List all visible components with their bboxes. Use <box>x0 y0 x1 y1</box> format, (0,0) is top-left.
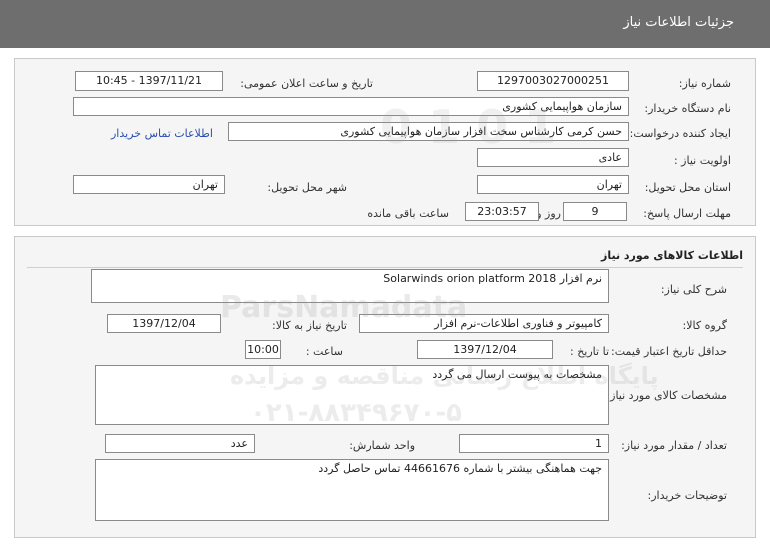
province-field[interactable]: تهران <box>477 175 629 194</box>
goods-group-field[interactable]: کامپیوتر و فناوری اطلاعات-نرم افزار <box>359 314 609 333</box>
until-date-label: تا تاریخ : <box>570 345 609 358</box>
announce-label: تاریخ و ساعت اعلان عمومی: <box>240 77 373 90</box>
quantity-field[interactable]: 1 <box>459 434 609 453</box>
buyer-notes-label: توضیحات خریدار: <box>647 489 728 502</box>
unit-label: واحد شمارش: <box>349 439 415 452</box>
buyer-notes-field[interactable]: جهت هماهنگی بیشتر با شماره 44661676 تماس… <box>95 459 609 521</box>
need-date-label: تاریخ نیاز به کالا: <box>272 319 347 332</box>
goods-section-title: اطلاعات کالاهای مورد نیاز <box>601 249 743 262</box>
city-field[interactable]: تهران <box>73 175 225 194</box>
deadline-days-field[interactable]: 9 <box>563 202 627 221</box>
price-validity-label: حداقل تاریخ اعتبار قیمت: <box>611 345 727 358</box>
requester-field[interactable]: حسن کرمی کارشناس سخت افزار سازمان هواپیم… <box>228 122 629 141</box>
province-label: استان محل تحویل: <box>644 181 731 194</box>
price-time-label: ساعت : <box>305 345 343 358</box>
buyer-org-field[interactable]: سازمان هواپیمایی کشوری <box>73 97 629 116</box>
announce-datetime-field[interactable]: 1397/11/21 - 10:45 <box>75 71 223 91</box>
requester-label: ایجاد کننده درخواست: <box>629 127 731 140</box>
days-word: روز و <box>536 207 561 220</box>
need-info-panel: شماره نیاز: 1297003027000251 تاریخ و ساع… <box>14 58 756 226</box>
page-title: جزئیات اطلاعات نیاز <box>623 15 734 30</box>
general-desc-label: شرح کلی نیاز: <box>660 283 727 296</box>
need-date-field[interactable]: 1397/12/04 <box>107 314 221 333</box>
specs-field[interactable]: مشخصات به پیوست ارسال می گردد <box>95 365 609 425</box>
price-validity-time-field[interactable]: 10:00 <box>245 340 281 359</box>
price-validity-date-field[interactable]: 1397/12/04 <box>417 340 553 359</box>
goods-group-label: گروه کالا: <box>682 319 727 332</box>
section-divider <box>27 267 743 268</box>
need-number-field[interactable]: 1297003027000251 <box>477 71 629 91</box>
quantity-label: تعداد / مقدار مورد نیاز: <box>621 439 727 452</box>
city-label: شهر محل تحویل: <box>267 181 347 194</box>
general-desc-field[interactable]: نرم افزار Solarwinds orion platform 2018 <box>91 269 609 303</box>
goods-panel: اطلاعات کالاهای مورد نیاز شرح کلی نیاز: … <box>14 236 756 538</box>
deadline-time-field[interactable]: 23:03:57 <box>465 202 539 221</box>
buyer-org-label: نام دستگاه خریدار: <box>644 102 731 115</box>
priority-label: اولویت نیاز : <box>673 154 731 167</box>
deadline-label: مهلت ارسال پاسخ: <box>643 207 731 220</box>
remaining-text: ساعت باقی مانده <box>367 207 449 220</box>
title-bar: جزئیات اطلاعات نیاز <box>0 0 770 48</box>
need-number-label: شماره نیاز: <box>678 77 731 90</box>
priority-field[interactable]: عادی <box>477 148 629 167</box>
specs-label: مشخصات کالای مورد نیاز: <box>606 389 727 402</box>
buyer-contact-link[interactable]: اطلاعات تماس خریدار <box>111 127 213 140</box>
unit-field[interactable]: عدد <box>105 434 255 453</box>
